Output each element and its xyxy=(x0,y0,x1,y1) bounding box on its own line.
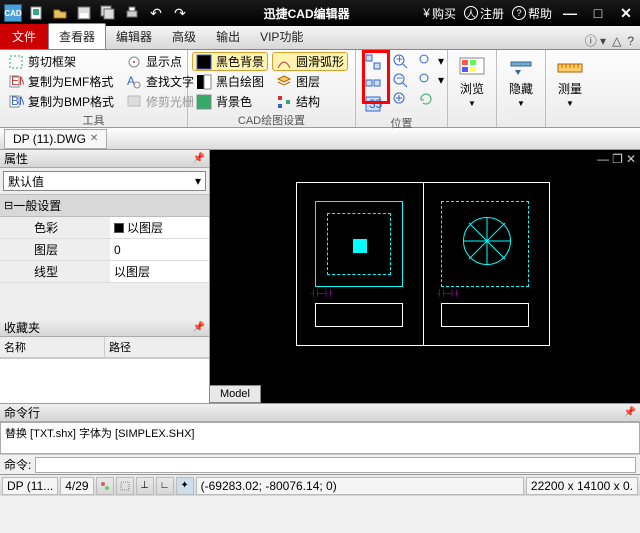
canvas-close-icon[interactable]: ✕ xyxy=(626,152,636,166)
find-text-button[interactable]: A查找文字 xyxy=(122,72,198,91)
status-btn-1[interactable] xyxy=(96,477,114,495)
zoom-in-button[interactable]: + xyxy=(388,52,412,70)
tab-file[interactable]: 文件 xyxy=(0,24,48,49)
tab-editor[interactable]: 编辑器 xyxy=(106,24,162,49)
crop-frame-button[interactable]: 剪切框架 xyxy=(4,52,118,71)
command-panel: 命令行 📌 替换 [TXT.shx] 字体为 [SIMPLEX.SHX] 命令: xyxy=(0,403,640,474)
status-line: 4/29 xyxy=(60,477,93,495)
tab-advanced[interactable]: 高级 xyxy=(162,24,206,49)
open-icon[interactable] xyxy=(50,3,70,23)
group-label-cad: CAD绘图设置 xyxy=(192,111,351,129)
properties-header: 属性📌 xyxy=(0,150,209,168)
quick-access-toolbar: ↶ ↷ xyxy=(26,3,190,23)
status-bar: DP (11... 4/29 ⊥ ∟ ✦ (-69283.02; -80076.… xyxy=(0,474,640,496)
svg-text:35°: 35° xyxy=(369,97,382,111)
status-size: 22200 x 14100 x 0. xyxy=(526,477,638,495)
prop-color[interactable]: 色彩以图层 xyxy=(0,217,209,239)
svg-text:+: + xyxy=(396,53,403,66)
app-title: 迅捷CAD编辑器 xyxy=(190,5,423,22)
section-general[interactable]: ⊟ 一般设置 xyxy=(0,194,209,217)
edit-raster-button: 修剪光栅 xyxy=(122,92,198,111)
maximize-button[interactable]: □ xyxy=(588,3,608,23)
ribbon-help-dropdown[interactable]: ⓘ ▾ xyxy=(585,32,606,49)
prop-layer[interactable]: 图层0 xyxy=(0,239,209,261)
status-btn-3[interactable]: ⊥ xyxy=(136,477,154,495)
prop-linetype[interactable]: 线型以图层 xyxy=(0,261,209,283)
smooth-arc-button[interactable]: 圆滑弧形 xyxy=(272,52,348,71)
saveall-icon[interactable] xyxy=(98,3,118,23)
model-tab[interactable]: Model xyxy=(209,385,261,403)
tab-viewer[interactable]: 查看器 xyxy=(48,23,106,49)
pin-icon[interactable]: 📌 xyxy=(193,153,205,164)
favorites-list[interactable] xyxy=(0,358,209,403)
command-input[interactable] xyxy=(35,457,636,473)
ribbon-collapse-icon[interactable]: △ xyxy=(612,34,621,48)
svg-text:−: − xyxy=(396,72,403,85)
position-btn-1[interactable] xyxy=(360,52,386,72)
zoom-dropdown-1[interactable]: ▾ xyxy=(414,52,448,70)
pin-icon[interactable]: 📌 xyxy=(624,407,636,418)
position-btn-3[interactable]: 35° xyxy=(360,94,386,114)
drawing-canvas[interactable]: —❐✕ ┤├─┤├ ┤├─┤├ Model xyxy=(210,150,640,403)
tab-output[interactable]: 输出 xyxy=(206,24,250,49)
status-btn-4[interactable]: ∟ xyxy=(156,477,174,495)
document-tab[interactable]: DP (11).DWG✕ xyxy=(4,129,107,149)
copy-emf-button[interactable]: EMF复制为EMF格式 xyxy=(4,72,118,91)
status-btn-2[interactable] xyxy=(116,477,134,495)
zoom-fit-button[interactable] xyxy=(388,90,412,108)
measure-button[interactable]: 测量▼ xyxy=(550,52,590,112)
layer-button[interactable]: 图层 xyxy=(272,72,348,91)
status-doc: DP (11... xyxy=(2,477,58,495)
save-icon[interactable] xyxy=(74,3,94,23)
bw-draw-button[interactable]: 黑白绘图 xyxy=(192,72,268,91)
new-icon[interactable] xyxy=(26,3,46,23)
command-line: 命令: xyxy=(0,454,640,474)
ribbon: 剪切框架 EMF复制为EMF格式 BMP复制为BMP格式 显示点 A查找文字 修… xyxy=(0,50,640,128)
command-title: 命令行 xyxy=(4,404,40,421)
svg-text:BMP: BMP xyxy=(11,94,24,108)
undo-icon[interactable]: ↶ xyxy=(146,3,166,23)
structure-button[interactable]: 结构 xyxy=(272,92,348,111)
buy-button[interactable]: ¥ 购买 xyxy=(423,5,456,22)
svg-text:EMF: EMF xyxy=(11,74,24,88)
show-point-button[interactable]: 显示点 xyxy=(122,52,198,71)
properties-filter-dropdown[interactable]: 默认值▾ xyxy=(3,171,206,191)
minimize-button[interactable]: — xyxy=(560,3,580,23)
favorites-columns: 名称路径 xyxy=(0,337,209,358)
pin-icon[interactable]: 📌 xyxy=(193,322,205,333)
command-prompt: 命令: xyxy=(4,456,31,473)
canvas-min-icon[interactable]: — xyxy=(597,152,609,166)
zoom-dropdown-2[interactable]: ▾ xyxy=(414,71,448,89)
status-btn-5[interactable]: ✦ xyxy=(176,477,194,495)
favorites-header: 收藏夹📌 xyxy=(0,319,209,337)
browse-button[interactable]: 浏览▼ xyxy=(452,52,492,112)
canvas-max-icon[interactable]: ❐ xyxy=(612,152,623,166)
tab-vip[interactable]: VIP功能 xyxy=(250,24,313,49)
black-bg-button[interactable]: 黑色背景 xyxy=(192,52,268,71)
redo-icon[interactable]: ↷ xyxy=(170,3,190,23)
document-tab-bar: DP (11).DWG✕ xyxy=(0,128,640,150)
app-icon: CAD xyxy=(4,4,22,22)
drawing-preview: ┤├─┤├ ┤├─┤├ xyxy=(296,182,550,346)
left-panel: 属性📌 默认值▾ ⊟ 一般设置 色彩以图层 图层0 线型以图层 收藏夹📌 名称路… xyxy=(0,150,210,403)
zoom-out-button[interactable]: − xyxy=(388,71,412,89)
hide-button[interactable]: 隐藏▼ xyxy=(501,52,541,112)
ribbon-tabs: 文件 查看器 编辑器 高级 输出 VIP功能 ⓘ ▾ △ ? xyxy=(0,26,640,50)
close-button[interactable]: ✕ xyxy=(616,3,636,23)
group-label-position: 位置 xyxy=(360,114,443,132)
command-history[interactable]: 替换 [TXT.shx] 字体为 [SIMPLEX.SHX] xyxy=(0,422,640,454)
help-button[interactable]: ?帮助 xyxy=(512,5,552,22)
register-button[interactable]: 人注册 xyxy=(464,5,504,22)
print-icon[interactable] xyxy=(122,3,142,23)
group-label-tools: 工具 xyxy=(4,111,183,129)
bg-color-button[interactable]: 背景色 xyxy=(192,92,268,111)
rotate-button[interactable] xyxy=(414,90,448,108)
ribbon-help-icon[interactable]: ? xyxy=(627,34,634,48)
close-tab-icon[interactable]: ✕ xyxy=(90,133,98,144)
status-coords: (-69283.02; -80076.14; 0) xyxy=(196,477,524,495)
position-btn-2[interactable] xyxy=(360,73,386,93)
copy-bmp-button[interactable]: BMP复制为BMP格式 xyxy=(4,92,118,111)
